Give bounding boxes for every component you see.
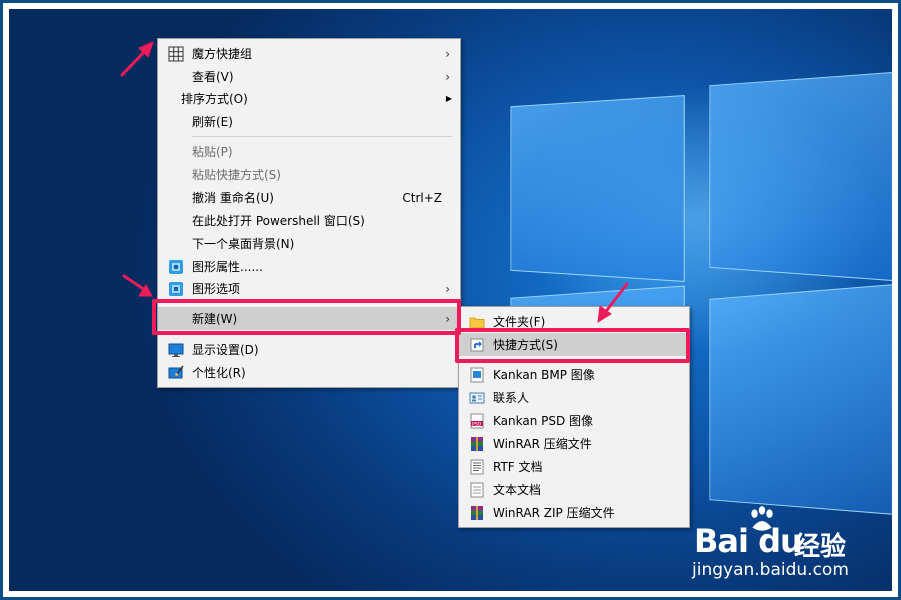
desktop-context-menu: 魔方快捷组 › 查看(V) › 排序方式(O) ▶ 刷新(E) 粘贴(P) 粘贴… xyxy=(157,38,461,388)
menu-separator xyxy=(192,333,452,334)
menu-item-open-powershell[interactable]: 在此处打开 Powershell 窗口(S) xyxy=(158,209,460,232)
text-document-icon xyxy=(469,482,485,498)
submenu-item-kankan-psd[interactable]: PSD Kankan PSD 图像 xyxy=(459,409,689,432)
menu-separator xyxy=(493,359,681,360)
menu-item-label: 撤消 重命名(U) xyxy=(192,189,274,206)
bmp-icon xyxy=(469,367,485,383)
menu-item-label: WinRAR ZIP 压缩文件 xyxy=(493,504,615,521)
windows-logo-pane xyxy=(510,95,684,282)
menu-item-label: 刷新(E) xyxy=(192,113,233,130)
submenu-item-contact[interactable]: 联系人 xyxy=(459,386,689,409)
menu-item-label: 排序方式(O) xyxy=(181,90,248,107)
menu-item-label: 新建(W) xyxy=(192,310,237,327)
menu-item-label: 显示设置(D) xyxy=(192,341,259,358)
menu-item-refresh[interactable]: 刷新(E) xyxy=(158,110,460,133)
menu-item-label: 粘贴(P) xyxy=(192,143,233,160)
menu-item-shortcut: Ctrl+Z xyxy=(402,191,442,205)
svg-text:PSD: PSD xyxy=(472,421,482,427)
menu-item-view[interactable]: 查看(V) › xyxy=(158,65,460,88)
menu-item-graphics-properties[interactable]: 图形属性...... xyxy=(158,255,460,278)
display-icon xyxy=(168,342,184,358)
psd-icon: PSD xyxy=(469,413,485,429)
watermark-url: jingyan.baidu.com xyxy=(692,560,849,580)
windows-logo-pane xyxy=(709,284,892,515)
menu-item-label: 联系人 xyxy=(493,389,529,406)
intel-graphics-icon xyxy=(168,259,184,275)
personalize-icon xyxy=(168,365,184,381)
chevron-right-icon: › xyxy=(445,47,450,61)
menu-item-label: 图形属性...... xyxy=(192,258,263,275)
paw-icon xyxy=(746,504,778,536)
menu-item-label: 粘贴快捷方式(S) xyxy=(192,166,281,183)
watermark-brand-cn: 经验 xyxy=(794,526,846,563)
menu-item-next-background[interactable]: 下一个桌面背景(N) xyxy=(158,232,460,255)
submenu-item-folder[interactable]: 文件夹(F) xyxy=(459,310,689,333)
submenu-item-text-document[interactable]: 文本文档 xyxy=(459,478,689,501)
new-submenu: 文件夹(F) 快捷方式(S) Kankan BMP 图像 联系人 PSD Kan… xyxy=(458,306,690,528)
rtf-icon xyxy=(469,459,485,475)
menu-item-label: Kankan PSD 图像 xyxy=(493,412,593,429)
chevron-right-icon: › xyxy=(445,282,450,296)
submenu-item-rtf[interactable]: RTF 文档 xyxy=(459,455,689,478)
intel-graphics-icon xyxy=(168,281,184,297)
triangle-right-icon: ▶ xyxy=(446,94,452,103)
menu-item-label: 图形选项 xyxy=(192,280,240,297)
menu-item-paste[interactable]: 粘贴(P) xyxy=(158,140,460,163)
menu-item-label: RTF 文档 xyxy=(493,458,543,475)
menu-item-mofang[interactable]: 魔方快捷组 › xyxy=(158,42,460,65)
menu-item-personalize[interactable]: 个性化(R) xyxy=(158,361,460,384)
baidu-jingyan-watermark: Bai du 经验 jingyan.baidu.com xyxy=(690,500,860,590)
menu-item-label: 魔方快捷组 xyxy=(192,45,252,62)
menu-item-label: 快捷方式(S) xyxy=(493,336,558,353)
shortcut-icon xyxy=(469,337,485,353)
menu-item-sort-by[interactable]: 排序方式(O) ▶ xyxy=(158,87,460,110)
menu-item-label: 文件夹(F) xyxy=(493,313,545,330)
submenu-item-kankan-bmp[interactable]: Kankan BMP 图像 xyxy=(459,363,689,386)
winrar-icon xyxy=(469,436,485,452)
menu-item-display-settings[interactable]: 显示设置(D) xyxy=(158,338,460,361)
menu-separator xyxy=(192,136,452,137)
chevron-right-icon: › xyxy=(445,70,450,84)
menu-item-label: 个性化(R) xyxy=(192,364,246,381)
menu-item-paste-shortcut[interactable]: 粘贴快捷方式(S) xyxy=(158,163,460,186)
menu-item-label: 查看(V) xyxy=(192,68,234,85)
menu-item-label: 下一个桌面背景(N) xyxy=(192,235,294,252)
folder-icon xyxy=(469,314,485,330)
submenu-item-winrar-zip[interactable]: WinRAR ZIP 压缩文件 xyxy=(459,501,689,524)
chevron-right-icon: › xyxy=(445,312,450,326)
menu-item-graphics-options[interactable]: 图形选项 › xyxy=(158,277,460,300)
windows-logo-pane xyxy=(709,72,892,281)
contact-icon xyxy=(469,390,485,406)
submenu-item-shortcut[interactable]: 快捷方式(S) xyxy=(459,333,689,356)
submenu-item-winrar[interactable]: WinRAR 压缩文件 xyxy=(459,432,689,455)
menu-item-label: 在此处打开 Powershell 窗口(S) xyxy=(192,212,365,229)
menu-item-label: WinRAR 压缩文件 xyxy=(493,435,592,452)
menu-item-undo-rename[interactable]: 撤消 重命名(U) Ctrl+Z xyxy=(158,186,460,209)
menu-separator xyxy=(192,302,452,303)
menu-item-new[interactable]: 新建(W) › xyxy=(158,307,460,330)
grid-icon xyxy=(168,46,184,62)
winrar-zip-icon xyxy=(469,505,485,521)
menu-item-label: Kankan BMP 图像 xyxy=(493,366,595,383)
menu-item-label: 文本文档 xyxy=(493,481,541,498)
